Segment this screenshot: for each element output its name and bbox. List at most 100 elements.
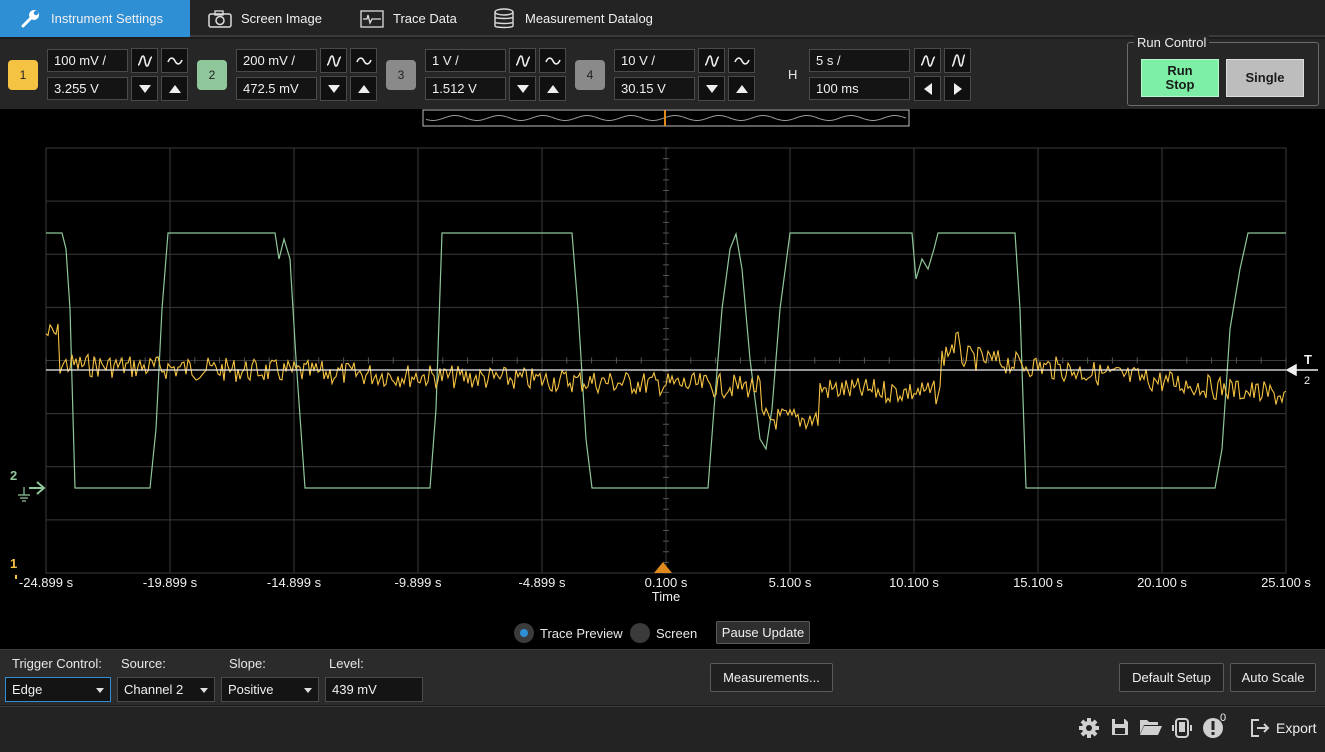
horizontal-waveform-button[interactable] <box>914 48 941 73</box>
channel-4-scale-field[interactable]: 10 V / <box>614 49 695 72</box>
tab-measurement-datalog[interactable]: Measurement Datalog <box>492 0 653 37</box>
ac-coupling-icon <box>733 56 750 65</box>
trace-preview-radio[interactable]: Trace Preview <box>514 623 623 643</box>
waveform-graticule[interactable] <box>0 109 1325 579</box>
export-button[interactable]: Export <box>1250 718 1316 738</box>
screen-label: Screen <box>656 625 698 641</box>
channel-3-button[interactable]: 3 <box>386 60 416 90</box>
auto-scale-button[interactable]: Auto Scale <box>1230 663 1316 692</box>
channel-2-coupling-button[interactable] <box>350 48 377 73</box>
channel-2-button[interactable]: 2 <box>197 60 227 90</box>
horizontal-zoom-button[interactable] <box>944 48 971 73</box>
channel-3-offset-field[interactable]: 1.512 V <box>425 77 506 100</box>
x-tick-label: 10.100 s <box>889 575 939 590</box>
trigger-source-select[interactable]: Channel 2 <box>117 677 215 702</box>
ac-coupling-icon <box>355 56 372 65</box>
run-stop-button[interactable]: Run Stop <box>1141 59 1219 97</box>
channel-number: 1 <box>19 68 27 82</box>
trigger-slope-value: Positive <box>228 682 274 697</box>
tab-trace-data[interactable]: Trace Data <box>360 0 457 37</box>
x-tick-label: -4.899 s <box>518 575 566 590</box>
channel-1-coupling-button[interactable] <box>161 48 188 73</box>
triangle-right-icon <box>953 82 962 95</box>
channel-3-up-button[interactable] <box>539 76 566 101</box>
x-tick-label: 15.100 s <box>1013 575 1063 590</box>
wrench-icon <box>20 9 42 29</box>
level-label: Level: <box>329 656 364 671</box>
ac-coupling-icon <box>166 56 183 65</box>
trigger-mode-select[interactable]: Edge <box>5 677 111 702</box>
trigger-slope-select[interactable]: Positive <box>221 677 319 702</box>
export-icon <box>1251 719 1270 737</box>
tab-label: Measurement Datalog <box>525 11 653 26</box>
pause-update-button[interactable]: Pause Update <box>716 621 810 644</box>
ch2-ground-label: 2 <box>10 468 18 483</box>
status-bar: 0 Export <box>0 706 1325 752</box>
radio-selected-icon <box>514 623 534 643</box>
sine-wave-icon <box>326 54 341 67</box>
channel-1-scale-field[interactable]: 100 mV / <box>47 49 128 72</box>
channel-2-waveform-button[interactable] <box>320 48 347 73</box>
measurements-button[interactable]: Measurements... <box>710 663 833 692</box>
x-tick-label: 0.100 s <box>644 575 688 590</box>
channel-4-down-button[interactable] <box>698 76 725 101</box>
ch2-ground-marker <box>18 481 46 502</box>
tab-screen-image[interactable]: Screen Image <box>208 0 322 37</box>
channel-2-up-button[interactable] <box>350 76 377 101</box>
sine-wave-icon <box>704 54 719 67</box>
x-tick-label: 25.100 s <box>1261 575 1311 590</box>
channel-1-up-button[interactable] <box>161 76 188 101</box>
sine-wave-icon <box>137 54 152 67</box>
trigger-level-value: 439 mV <box>332 682 377 697</box>
channel-2-scale-field[interactable]: 200 mV / <box>236 49 317 72</box>
channel-4-waveform-button[interactable] <box>698 48 725 73</box>
channel-4-offset-field[interactable]: 30.15 V <box>614 77 695 100</box>
trigger-level-input[interactable]: 439 mV <box>325 677 423 702</box>
channel-4-up-button[interactable] <box>728 76 755 101</box>
screen-radio[interactable]: Screen <box>630 623 697 643</box>
horizontal-label: H <box>788 67 798 82</box>
trigger-marker-label: T <box>1304 352 1312 367</box>
instrument-connection-icon[interactable] <box>1172 717 1192 739</box>
x-tick-label: -24.899 s <box>18 575 74 590</box>
ac-coupling-icon <box>544 56 561 65</box>
triangle-up-icon <box>546 84 559 93</box>
channel-3-down-button[interactable] <box>509 76 536 101</box>
x-tick-label: 5.100 s <box>768 575 812 590</box>
channel-4-coupling-button[interactable] <box>728 48 755 73</box>
channel-4-button[interactable]: 4 <box>575 60 605 90</box>
horizontal-position-field[interactable]: 100 ms <box>809 77 910 100</box>
channel-1-down-button[interactable] <box>131 76 158 101</box>
triangle-down-icon <box>516 84 529 93</box>
triangle-left-icon <box>923 82 932 95</box>
channel-2-offset-field[interactable]: 472.5 mV <box>236 77 317 100</box>
channel-3-waveform-button[interactable] <box>509 48 536 73</box>
channel-1-offset-field[interactable]: 3.255 V <box>47 77 128 100</box>
trigger-mode-value: Edge <box>12 682 43 697</box>
pulse-wave-icon <box>951 53 965 67</box>
trigger-control-bar: Trigger Control: Source: Slope: Level: E… <box>0 649 1325 705</box>
channel-1-waveform-button[interactable] <box>131 48 158 73</box>
single-button[interactable]: Single <box>1226 59 1304 97</box>
horizontal-scale-field[interactable]: 5 s / <box>809 49 910 72</box>
channel-2-down-button[interactable] <box>320 76 347 101</box>
triangle-down-icon <box>327 84 340 93</box>
channel-3-coupling-button[interactable] <box>539 48 566 73</box>
folder-open-icon[interactable] <box>1139 717 1163 737</box>
gear-icon[interactable] <box>1078 717 1100 739</box>
channel-1-button[interactable]: 1 <box>8 60 38 90</box>
database-icon <box>492 7 516 31</box>
trace-icon <box>360 9 384 28</box>
trigger-source-value: Channel 2 <box>124 682 184 697</box>
save-icon[interactable] <box>1110 717 1130 737</box>
tab-bar: Instrument Settings Screen Image Trace D… <box>0 0 1325 37</box>
horizontal-left-button[interactable] <box>914 76 941 101</box>
default-setup-button[interactable]: Default Setup <box>1119 663 1224 692</box>
channel-number: 4 <box>586 68 594 82</box>
tab-instrument-settings[interactable]: Instrument Settings <box>0 0 190 37</box>
channel-number: 3 <box>397 68 405 82</box>
channel-3-scale-field[interactable]: 1 V / <box>425 49 506 72</box>
horizontal-right-button[interactable] <box>944 76 971 101</box>
trace-preview-label: Trace Preview <box>540 625 623 641</box>
ch1-marker-label: 1 <box>10 556 18 571</box>
